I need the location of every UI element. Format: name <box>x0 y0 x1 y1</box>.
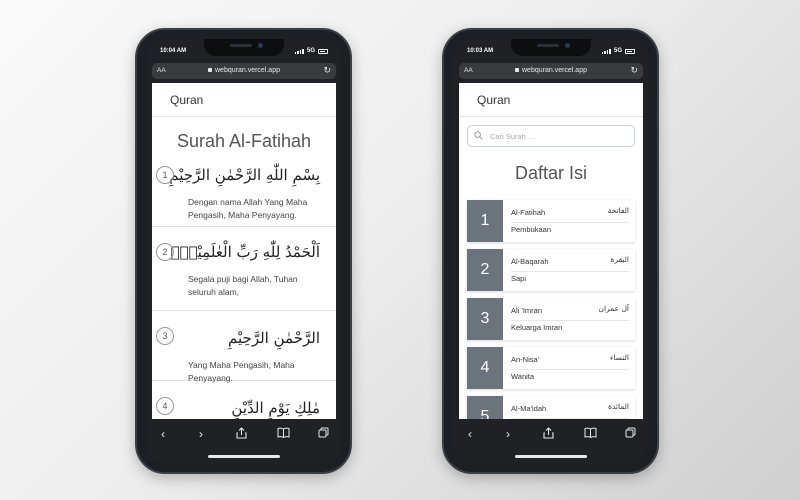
surah-meaning: Wanita <box>511 369 629 381</box>
phone-notch <box>511 39 591 56</box>
surah-arabic-name: الفاتحة <box>607 206 629 215</box>
forward-icon[interactable]: › <box>194 427 208 441</box>
ayat-item: 4 مٰلِكِ يَوْمِ الدِّيْنِ <box>152 395 336 419</box>
search-placeholder: Cari Surah ... <box>490 132 535 141</box>
page-title: Daftar Isi <box>514 163 588 183</box>
surah-arabic-name: النساء <box>609 353 629 362</box>
ayat-number: 4 <box>156 397 174 415</box>
browser-toolbar: ‹ › <box>146 419 342 464</box>
surah-meaning: Sapi <box>511 271 629 283</box>
ayat-item: 2 اَلْحَمْدُ لِلّٰهِ رَبِّ الْعٰلَمِيْنَ… <box>152 241 336 311</box>
phone-mockup-right: 10:03 AM 5G AA webquran.vercel.app ↻ Qur… <box>442 28 659 474</box>
surah-card[interactable]: 3 Ali 'Imran آل عمران Keluarga Imran <box>467 298 635 340</box>
ayat-number: 1 <box>156 166 174 184</box>
surah-meaning: Keluarga Imran <box>511 320 629 332</box>
ayat-translation: Yang Maha Pengasih, Maha Penyayang. <box>188 360 295 383</box>
share-icon[interactable] <box>234 427 248 442</box>
web-content: Quran Surah Al-Fatihah 1 بِسْمِ اللّٰهِ … <box>152 83 336 419</box>
surah-number: 2 <box>467 249 503 291</box>
url-text: webquran.vercel.app <box>215 67 280 74</box>
surah-card[interactable]: 5 Al-Ma'idah المائدة <box>467 396 635 419</box>
surah-arabic-name: البقرة <box>610 255 630 264</box>
ayat-arabic: الرَّحْمٰنِ الرَّحِيْمِ <box>228 329 320 347</box>
ayat-number: 3 <box>156 327 174 345</box>
reload-icon[interactable]: ↻ <box>630 65 638 76</box>
address-bar[interactable]: AA webquran.vercel.app ↻ <box>459 63 643 79</box>
ayat-item: 3 الرَّحْمٰنِ الرَّحِيْمِ Yang Maha Peng… <box>152 325 336 383</box>
signal-icon <box>294 48 304 54</box>
surah-number: 4 <box>467 347 503 389</box>
surah-number: 3 <box>467 298 503 340</box>
ayat-number: 2 <box>156 243 174 261</box>
navbar: Quran <box>459 83 643 117</box>
ayat-arabic: اَلْحَمْدُ لِلّٰهِ رَبِّ الْعٰلَمِيْنَۙ <box>170 243 320 261</box>
phone-notch <box>204 39 284 56</box>
surah-arabic-name: آل عمران <box>598 304 629 313</box>
ayat-arabic: مٰلِكِ يَوْمِ الدِّيْنِ <box>231 399 320 417</box>
surah-list: 1 Al-Fatihah الفاتحة Pembukaan 2 Al-Baqa… <box>459 200 643 419</box>
web-content: Quran Cari Surah ... Daftar Isi 1 Al-Fat… <box>459 83 643 419</box>
battery-icon <box>318 48 328 54</box>
navbar: Quran <box>152 83 336 117</box>
ayat-translation: Dengan nama Allah Yang Maha Pengasih, Ma… <box>188 197 308 220</box>
surah-number: 5 <box>467 396 503 419</box>
lock-icon <box>208 68 212 72</box>
forward-icon[interactable]: › <box>501 427 515 441</box>
status-time: 10:03 AM <box>467 48 494 54</box>
lock-icon <box>515 68 519 72</box>
phone-screen: 10:03 AM 5G AA webquran.vercel.app ↻ Qur… <box>453 39 649 464</box>
surah-card[interactable]: 1 Al-Fatihah الفاتحة Pembukaan <box>467 200 635 242</box>
home-indicator <box>515 455 587 458</box>
search-icon <box>474 131 483 140</box>
ayat-item: 1 بِسْمِ اللّٰهِ الرَّحْمٰنِ الرَّحِيْمِ… <box>152 164 336 227</box>
home-indicator <box>208 455 280 458</box>
battery-icon <box>625 48 635 54</box>
surah-number: 1 <box>467 200 503 242</box>
back-icon[interactable]: ‹ <box>463 427 477 441</box>
surah-meaning: Pembukaan <box>511 222 629 234</box>
reload-icon[interactable]: ↻ <box>323 65 331 76</box>
search-input[interactable]: Cari Surah ... <box>467 125 635 147</box>
bookmarks-icon[interactable] <box>276 427 290 441</box>
network-label: 5G <box>306 48 315 54</box>
phone-screen: 10:04 AM 5G AA webquran.vercel.app ↻ Qur… <box>146 39 342 464</box>
phone-mockup-left: 10:04 AM 5G AA webquran.vercel.app ↻ Qur… <box>135 28 352 474</box>
ayat-arabic: بِسْمِ اللّٰهِ الرَّحْمٰنِ الرَّحِيْمِ <box>169 166 320 184</box>
navbar-brand[interactable]: Quran <box>170 93 203 107</box>
surah-arabic-name: المائدة <box>608 402 629 411</box>
back-icon[interactable]: ‹ <box>156 427 170 441</box>
bookmarks-icon[interactable] <box>583 427 597 441</box>
address-bar[interactable]: AA webquran.vercel.app ↻ <box>152 63 336 79</box>
url-text: webquran.vercel.app <box>522 67 587 74</box>
signal-icon <box>601 48 611 54</box>
browser-toolbar: ‹ › <box>453 419 649 464</box>
status-time: 10:04 AM <box>160 48 187 54</box>
share-icon[interactable] <box>541 427 555 442</box>
tabs-icon[interactable] <box>316 427 330 441</box>
tabs-icon[interactable] <box>623 427 637 441</box>
navbar-brand[interactable]: Quran <box>477 93 510 107</box>
surah-card[interactable]: 2 Al-Baqarah البقرة Sapi <box>467 249 635 291</box>
surah-title: Surah Al-Fatihah <box>176 131 312 151</box>
ayat-translation: Segala puji bagi Allah, Tuhan seluruh al… <box>188 274 298 297</box>
network-label: 5G <box>613 48 622 54</box>
surah-card[interactable]: 4 An-Nisa' النساء Wanita <box>467 347 635 389</box>
